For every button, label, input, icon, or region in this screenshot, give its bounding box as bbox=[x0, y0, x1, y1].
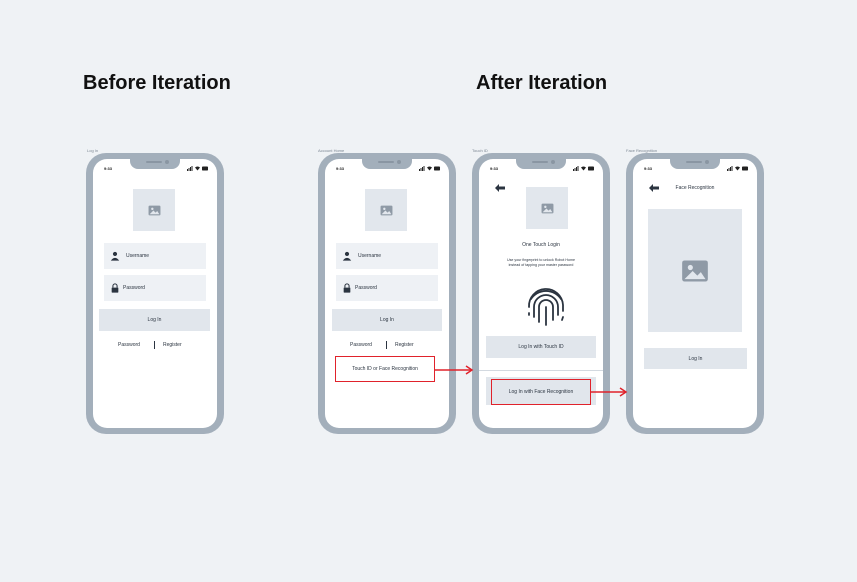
arrow-to-touch-id bbox=[435, 365, 474, 375]
arrow-to-face-recognition bbox=[590, 387, 628, 397]
flow-arrows bbox=[435, 365, 628, 397]
